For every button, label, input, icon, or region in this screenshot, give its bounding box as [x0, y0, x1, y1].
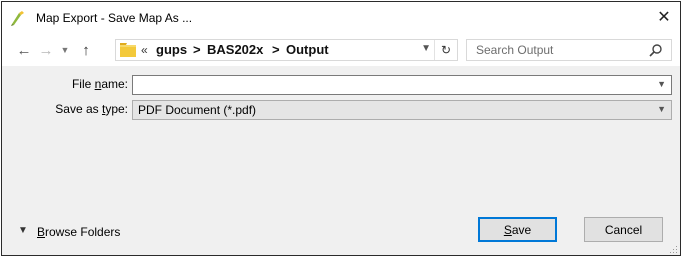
- chevron-down-icon[interactable]: ▼: [657, 79, 666, 89]
- address-dropdown-icon[interactable]: ▼: [421, 43, 431, 54]
- breadcrumb-separator: >: [193, 42, 201, 57]
- overflow-chevron-icon[interactable]: «: [141, 43, 148, 57]
- title-bar: Map Export - Save Map As ... ✕: [2, 2, 680, 34]
- breadcrumb-gups[interactable]: gups: [156, 42, 187, 57]
- qgis-app-icon: [11, 11, 24, 26]
- refresh-icon: ↻: [440, 43, 452, 57]
- save-button[interactable]: Save: [478, 217, 557, 242]
- search-placeholder: Search Output: [476, 43, 554, 57]
- search-icon: [649, 44, 662, 57]
- save-as-type-label: Save as type:: [55, 102, 128, 116]
- form-area: File name: ▼ Save as type: PDF Document …: [2, 66, 680, 210]
- forward-button[interactable]: →: [36, 40, 56, 60]
- save-as-type-value: PDF Document (*.pdf): [138, 103, 257, 117]
- folder-icon: [120, 43, 136, 57]
- up-arrow-icon: ↑: [82, 41, 90, 59]
- dialog-footer: ▼ Browse Folders Save Cancel: [2, 210, 680, 255]
- chevron-down-icon[interactable]: ▼: [657, 104, 666, 114]
- breadcrumb-separator: >: [272, 42, 280, 57]
- address-bar[interactable]: « gups > BAS202x > Output ▼ ↻: [115, 39, 458, 61]
- browse-folders-toggle[interactable]: Browse Folders: [37, 225, 120, 239]
- chevron-down-icon[interactable]: ▼: [18, 225, 28, 236]
- refresh-button[interactable]: ↻: [434, 40, 457, 60]
- navigation-bar: ← → ▼ ↑ « gups > BAS202x > Output ▼ ↻ Se…: [2, 34, 680, 66]
- file-name-field[interactable]: ▼: [132, 75, 672, 95]
- recent-locations-button[interactable]: ▼: [58, 40, 72, 60]
- close-button[interactable]: ✕: [648, 2, 680, 32]
- back-button[interactable]: ←: [14, 40, 34, 60]
- chevron-down-icon: ▼: [60, 45, 70, 55]
- resize-grip-icon[interactable]: [668, 244, 678, 254]
- save-dialog: Map Export - Save Map As ... ✕ ← → ▼ ↑ «…: [1, 1, 681, 256]
- search-input[interactable]: Search Output: [466, 39, 672, 61]
- breadcrumb-bas202x[interactable]: BAS202x: [207, 42, 263, 57]
- close-icon: ✕: [657, 9, 671, 26]
- file-name-label: File name:: [71, 77, 128, 91]
- up-folder-button[interactable]: ↑: [76, 40, 96, 60]
- window-title: Map Export - Save Map As ...: [36, 11, 193, 25]
- save-as-type-select[interactable]: PDF Document (*.pdf) ▼: [132, 100, 672, 120]
- back-arrow-icon: ←: [16, 41, 32, 59]
- breadcrumb-output[interactable]: Output: [286, 42, 329, 57]
- cancel-button[interactable]: Cancel: [584, 217, 663, 242]
- forward-arrow-icon: →: [38, 41, 54, 59]
